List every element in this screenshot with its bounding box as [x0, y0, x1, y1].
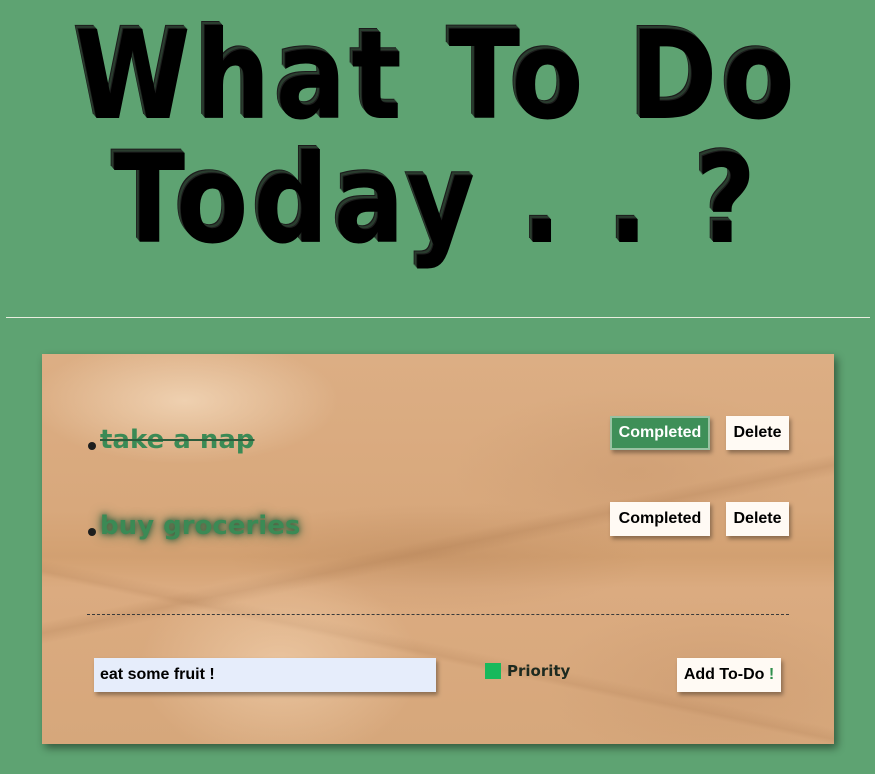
add-todo-label: Add To-Do	[683, 666, 765, 683]
add-todo-exclamation: !	[768, 666, 775, 683]
completed-button[interactable]: Completed	[610, 502, 710, 536]
delete-button[interactable]: Delete	[726, 502, 789, 536]
page-title: What To Do Today . . ?	[61, 14, 814, 262]
priority-checkbox[interactable]	[485, 663, 501, 679]
title-line-2: Today . . ?	[113, 129, 762, 271]
todo-item: buy groceries Completed Delete	[86, 502, 791, 542]
delete-button[interactable]: Delete	[726, 416, 789, 450]
todo-text: buy groceries	[100, 511, 301, 541]
title-line-1: What To Do	[74, 5, 800, 147]
new-todo-input[interactable]	[94, 658, 436, 692]
bullet-icon	[88, 528, 96, 536]
priority-label: Priority	[507, 662, 571, 680]
bullet-icon	[88, 442, 96, 450]
todo-text: take a nap	[100, 425, 255, 455]
completed-button[interactable]: Completed	[610, 416, 710, 450]
add-todo-button[interactable]: Add To-Do !	[677, 658, 781, 692]
todo-item: take a nap Completed Delete	[86, 416, 791, 456]
priority-toggle[interactable]: Priority	[485, 661, 570, 681]
todo-card: take a nap Completed Delete buy grocerie…	[42, 354, 834, 744]
list-separator	[87, 614, 789, 615]
header-divider	[6, 317, 870, 318]
